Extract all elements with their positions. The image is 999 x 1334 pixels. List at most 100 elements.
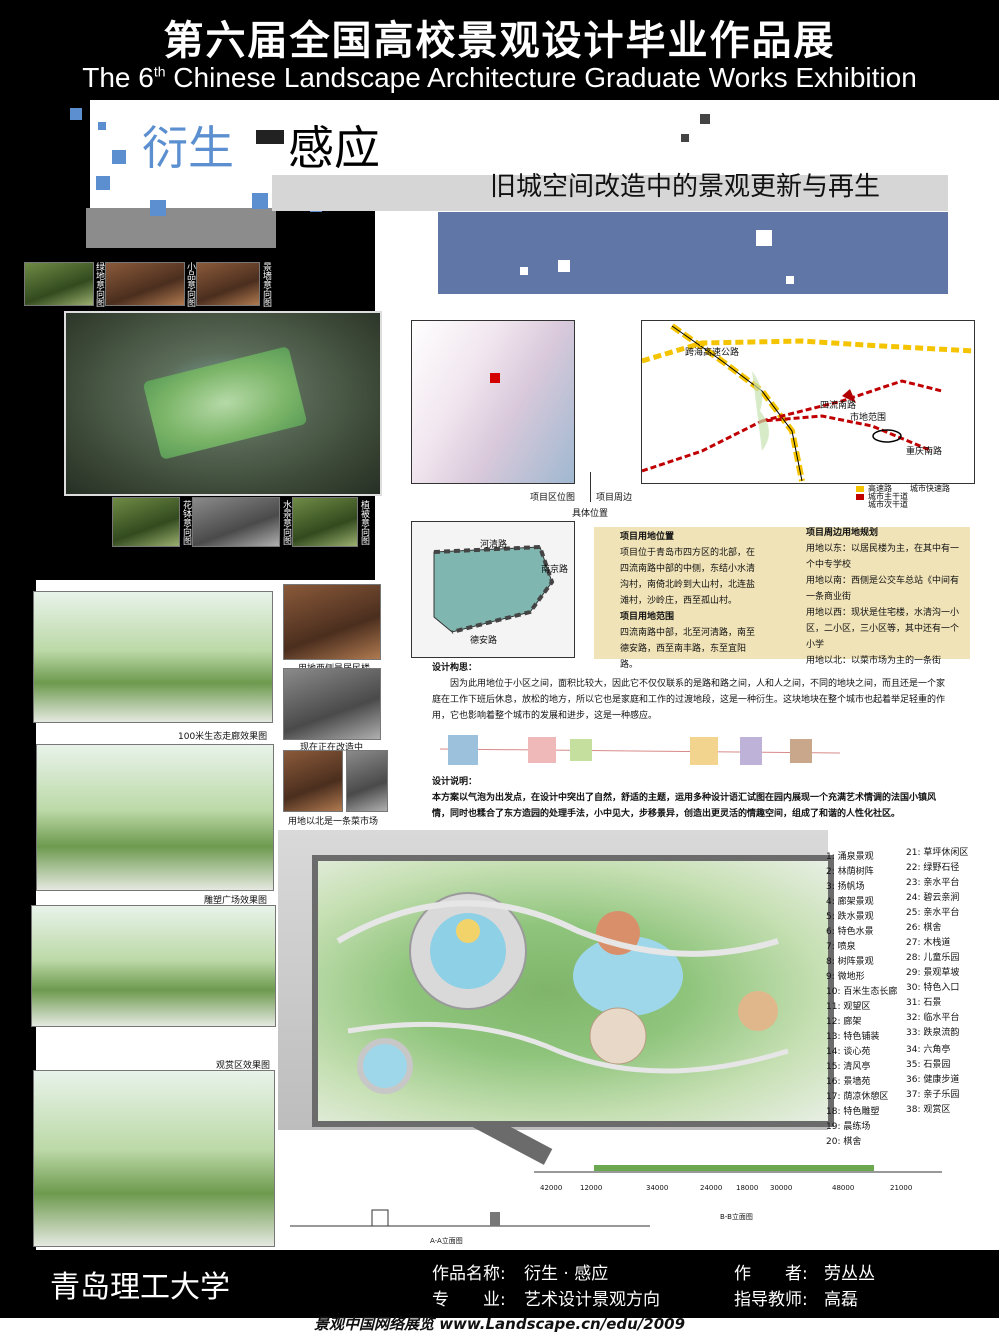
legend-item: 6: 特色水景 (826, 927, 874, 937)
deco-square (520, 267, 528, 275)
legend-item: 31: 石景 (906, 998, 942, 1008)
legend-item: 10: 百米生态长廊 (826, 987, 898, 997)
site-overlay (142, 346, 308, 460)
blue-band (438, 212, 948, 294)
advisor-label: 指导教师: (734, 1290, 808, 1310)
section-dim: 21000 (890, 1184, 913, 1192)
aa-section-svg (290, 1209, 650, 1227)
site-marker-icon (490, 373, 500, 383)
diagram-line (439, 748, 841, 754)
section-dim: 42000 (540, 1184, 563, 1192)
work-name-value: 衍生 · 感应 (524, 1264, 609, 1284)
deco-square (786, 276, 794, 284)
legend-item: 23: 亲水平台 (906, 878, 960, 888)
legend-swatch (856, 486, 864, 492)
legend-item: 29: 景观草坡 (906, 968, 960, 978)
plaza-rendering (36, 744, 274, 891)
legend-item: 21: 草坪休闲区 (906, 848, 969, 858)
structure (371, 1209, 389, 1227)
legend-item: 25: 亲水平台 (906, 908, 960, 918)
legend-item: 1: 涌泉景观 (826, 852, 874, 862)
site-area (433, 546, 553, 633)
major-value: 艺术设计景观方向 (524, 1290, 660, 1310)
advisor-value: 高磊 (824, 1290, 858, 1310)
legend-item: 30: 特色入口 (906, 983, 960, 993)
planter-photo (112, 497, 180, 547)
master-plan (312, 855, 834, 1127)
legend-item: 城市次干道 (868, 500, 908, 509)
map-label: 河清路 (480, 540, 508, 550)
map-label: 重庆南路 (906, 447, 943, 457)
legend-item: 33: 跌泉流韵 (906, 1028, 960, 1038)
lawn-photo (24, 262, 94, 306)
diagram-thumb (690, 737, 718, 765)
sunburst-plaza (738, 991, 778, 1031)
legend-item: 32: 临水平台 (906, 1013, 960, 1023)
deco-square (112, 150, 126, 164)
legend-item: 38: 观赏区 (906, 1105, 951, 1115)
diagram-thumb (740, 737, 762, 765)
diagram-svg (439, 735, 841, 765)
title-en-sup: th (153, 63, 166, 80)
main-path (336, 900, 779, 957)
site-photo-label: 用地以北是一条菜市场 (288, 817, 379, 827)
plan-line: 用地以西：现状是住宅楼，水清沟一小区，二小区，三小区等，其中还有一个小学 (806, 608, 960, 650)
concept-heading: 设计构思： (432, 663, 478, 673)
rendering-label: 100米生态走廊效果图 (178, 732, 268, 742)
description-text: 本方案以气泡为出发点，在设计中突出了自然，舒适的主题，运用多种设计语汇试图在园内… (432, 793, 937, 819)
residential-photo (283, 584, 381, 660)
deco-square (558, 260, 570, 272)
aa-section-label: A-A立面图 (430, 1237, 463, 1245)
legend-item: 12: 廊架 (826, 1017, 862, 1027)
work-name-label: 作品名称: (432, 1264, 506, 1284)
viewing-area-rendering (31, 905, 276, 1027)
wall-photo (196, 262, 260, 306)
secondary-path (347, 1021, 789, 1074)
author-label: 作 者: (734, 1264, 808, 1284)
legend-item: 4: 廊架景观 (826, 897, 874, 907)
deco-square (96, 176, 110, 190)
sketch-photo (105, 262, 185, 306)
plan-line: 用地以南：西侧是公交车总站《中间有一条商业街 (806, 576, 960, 602)
grey-strip (86, 208, 276, 248)
legend-swatch (856, 494, 864, 500)
site-location-info: 项目用地位置 项目位于青岛市四方区的北部，在四流南路中部的中侧，东结小水清沟村，… (620, 529, 762, 673)
exhibition-title-zh: 第六届全国高校景观设计毕业作品展 (163, 18, 836, 64)
tent-rendering (33, 1070, 275, 1247)
satellite-image (64, 311, 382, 496)
legend-item: 16: 景墙苑 (826, 1077, 871, 1087)
legend-item: 22: 绿野石径 (906, 863, 960, 873)
plan-heading: 项目周边用地规划 (806, 528, 879, 538)
project-subtitle: 旧城空间改造中的景观更新与再生 (490, 172, 881, 202)
legend-item: 3: 扬帆场 (826, 882, 865, 892)
diagram-thumb (570, 739, 592, 761)
section-dim: 48000 (832, 1184, 855, 1192)
concept-text: 因为此用地位于小区之间，面积比较大，因此它不仅仅联系的是路和路之间，人和人之间，… (432, 679, 946, 721)
surroundings-caption: 项目周边 (596, 493, 633, 503)
aa-section (290, 1198, 650, 1232)
bb-section-svg (534, 1165, 942, 1173)
legend-item: 15: 清风亭 (826, 1062, 871, 1072)
position-caption: 具体位置 (572, 509, 609, 519)
diagram-thumb (448, 735, 478, 765)
legend-item: 8: 树阵景观 (826, 957, 874, 967)
green-area (752, 371, 770, 451)
legend-item: 7: 喷泉 (826, 942, 856, 952)
design-concept: 设计构思： 因为此用地位于小区之间，面积比较大，因此它不仅仅联系的是路和路之间，… (432, 660, 952, 724)
market-photo (283, 750, 343, 812)
map-label: 跨海高速公路 (685, 348, 740, 358)
legend-item: 11: 观望区 (826, 1002, 871, 1012)
deco-square (150, 200, 166, 216)
legend-item: 20: 棋舍 (826, 1137, 862, 1147)
legend-item: 36: 健康步道 (906, 1075, 960, 1085)
photo-label: 植被意向图 (359, 500, 369, 545)
legend-item: 27: 木栈道 (906, 938, 951, 948)
description-heading: 设计说明： (432, 777, 478, 787)
bb-section-label: B-B立面图 (720, 1213, 753, 1221)
vegetation-photo (292, 497, 358, 547)
deco-square (681, 134, 689, 142)
deco-square (756, 230, 772, 246)
map-label: 南京路 (541, 565, 569, 575)
diagram-thumb (528, 737, 556, 763)
legend-item: 35: 石景园 (906, 1060, 951, 1070)
